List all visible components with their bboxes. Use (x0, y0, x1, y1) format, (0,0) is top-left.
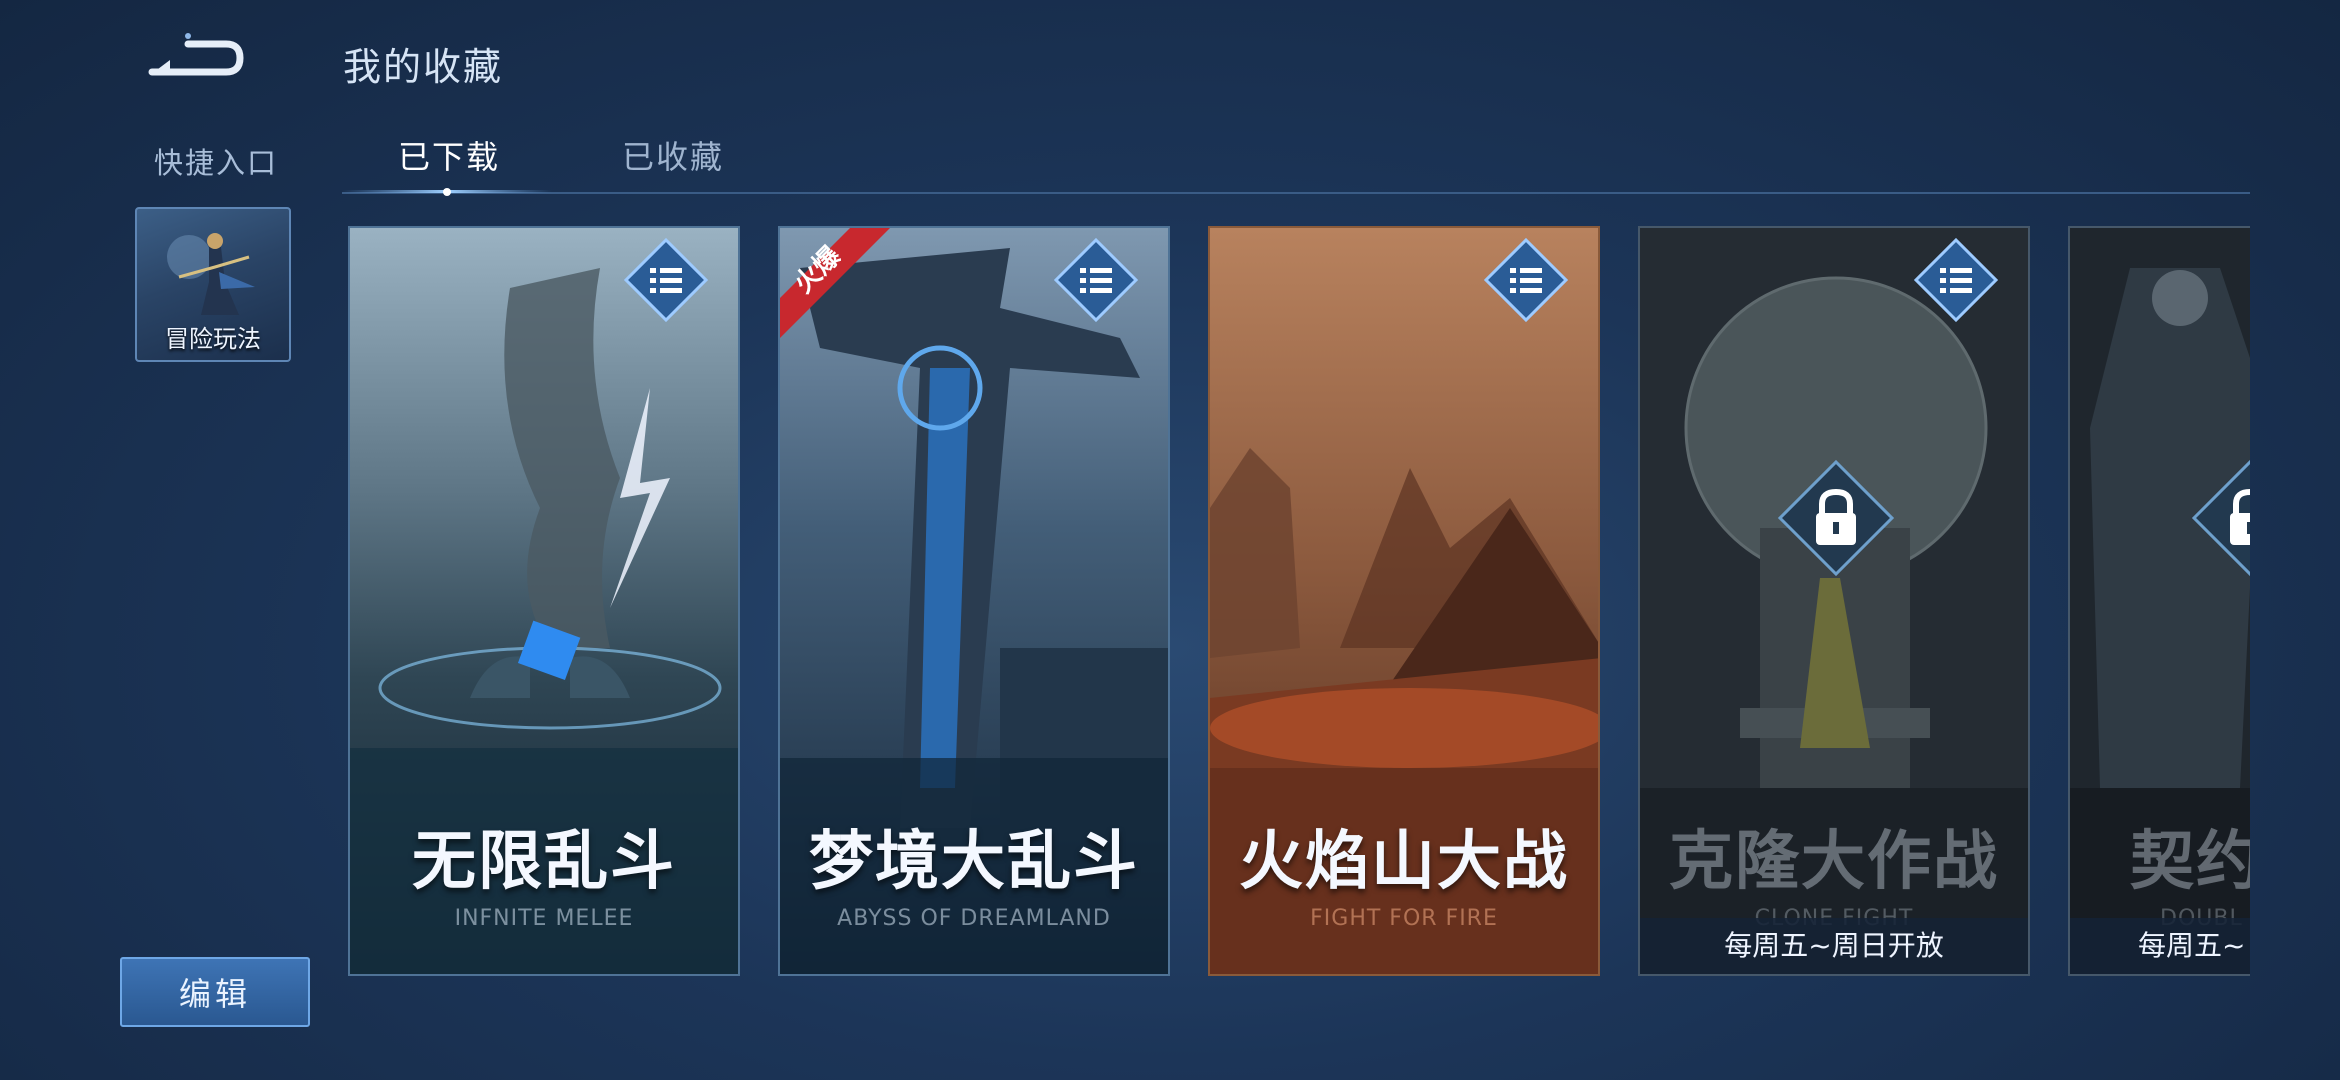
card-schedule: 每周五~周日开放 (1640, 918, 2028, 974)
mode-card-clone-fight[interactable]: 克隆大作战 CLONE FIGHT 每周五~周日开放 (1638, 226, 2030, 976)
card-subtitle: ABYSS OF DREAMLAND (837, 906, 1111, 931)
mode-card-infinite-melee[interactable]: 无限乱斗 INFNITE MELEE (348, 226, 740, 976)
mode-card-fight-for-fire[interactable]: 火焰山大战 FIGHT FOR FIRE (1208, 226, 1600, 976)
quick-tile-label: 冒险玩法 (165, 325, 261, 353)
active-tab-indicator (342, 188, 552, 196)
quick-entry-label: 快捷入口 (154, 146, 279, 180)
tab-downloaded[interactable]: 已下载 (398, 132, 500, 178)
mode-card-abyss-of-dreamland[interactable]: 火爆 梦境大乱斗 ABYSS OF DREAMLAND (778, 226, 1170, 976)
card-menu-button[interactable] (1483, 237, 1569, 323)
card-title: 梦境大乱斗 (809, 825, 1139, 899)
card-schedule: 每周五~ (2070, 918, 2250, 974)
card-subtitle: INFNITE MELEE (454, 906, 634, 931)
card-title: 火焰山大战 (1239, 825, 1569, 899)
card-title: 无限乱斗 (412, 825, 676, 899)
mode-card-list: 无限乱斗 INFNITE MELEE 火爆 梦境大乱斗 ABYSS OF DRE… (348, 226, 2250, 978)
tab-favorited[interactable]: 已收藏 (622, 132, 724, 178)
card-title: 克隆大作战 (1669, 825, 1999, 899)
tab-divider (342, 192, 2250, 194)
card-menu-button[interactable] (1913, 237, 1999, 323)
page-title: 我的收藏 (343, 45, 504, 89)
card-menu-button[interactable] (1053, 237, 1139, 323)
lock-icon (1776, 458, 1896, 578)
card-title: 契约 (2130, 825, 2250, 899)
card-subtitle: FIGHT FOR FIRE (1310, 906, 1498, 931)
back-button[interactable] (148, 28, 248, 84)
list-menu-icon (1053, 237, 1139, 323)
card-menu-button[interactable] (623, 237, 709, 323)
back-arrow-icon (148, 33, 244, 76)
list-menu-icon (1913, 237, 1999, 323)
list-menu-icon (1483, 237, 1569, 323)
lock-icon (2190, 458, 2250, 578)
list-menu-icon (623, 237, 709, 323)
mode-card-contract[interactable]: 契约 DOUBL 每周五~ (2068, 226, 2250, 976)
edit-button[interactable]: 编辑 (120, 957, 310, 1027)
quick-entry-adventure-tile[interactable]: 冒险玩法 (135, 207, 291, 362)
favorites-screen: 我的收藏 快捷入口 冒险玩法 编辑 已下载 已收藏 无限乱斗 INFNITE M… (0, 0, 2340, 1080)
adventure-art-icon (167, 233, 255, 315)
